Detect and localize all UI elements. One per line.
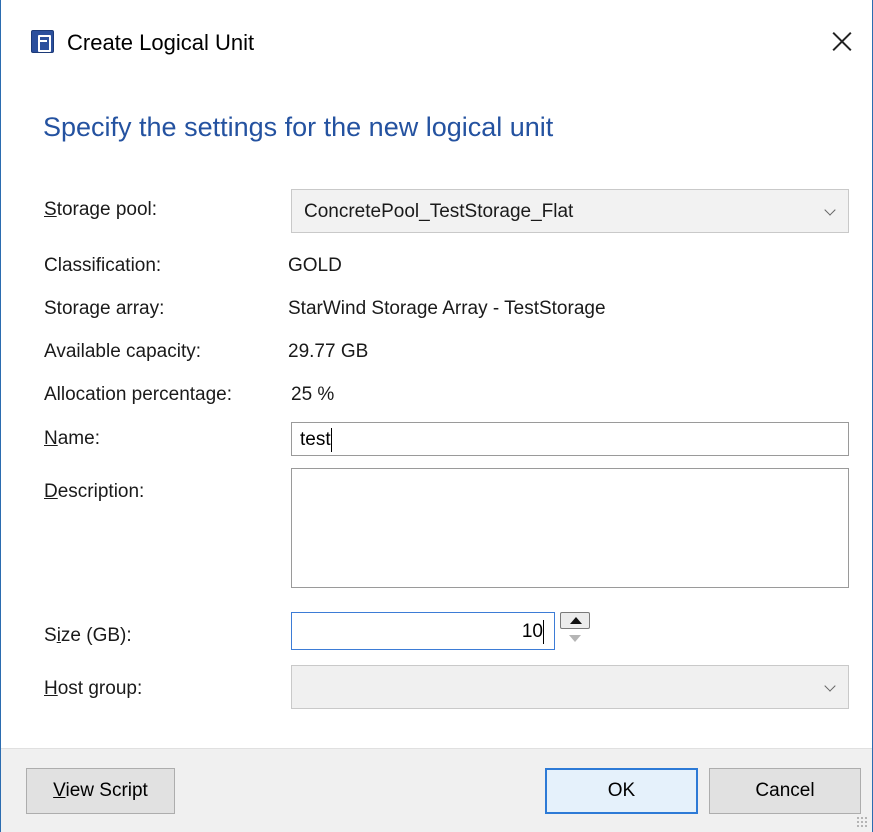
size-input-value: 10 [521, 621, 543, 642]
view-script-button[interactable]: View Script [26, 768, 175, 814]
dialog-footer: View Script OK Cancel [1, 748, 872, 832]
page-heading: Specify the settings for the new logical… [43, 112, 554, 142]
title-bar: Create Logical Unit [1, 0, 872, 82]
chevron-down-icon [824, 680, 836, 692]
name-input[interactable]: test [291, 422, 849, 456]
ok-button[interactable]: OK [545, 768, 698, 814]
host-group-select[interactable] [291, 665, 849, 709]
available-capacity-label: Available capacity: [44, 341, 202, 362]
host-group-label-text: ost group: [57, 678, 143, 699]
view-script-label: iew Script [65, 780, 148, 801]
storage-pool-selected-value: ConcretePool_TestStorage_Flat [304, 201, 574, 222]
size-input[interactable]: 10 [291, 612, 555, 650]
name-input-value: test [300, 429, 331, 450]
text-caret [330, 428, 332, 452]
storage-pool-accesskey: S [44, 199, 57, 220]
description-textarea[interactable] [291, 468, 849, 588]
available-capacity-value: 29.77 GB [288, 341, 369, 362]
resize-grip-icon[interactable] [856, 816, 868, 828]
description-accesskey: D [44, 481, 58, 502]
storage-pool-select[interactable]: ConcretePool_TestStorage_Flat [291, 189, 849, 233]
name-accesskey: N [44, 428, 58, 449]
classification-value: GOLD [288, 255, 342, 276]
storage-array-value: StarWind Storage Array - TestStorage [288, 298, 606, 319]
size-label: Size (GB): [44, 624, 132, 648]
name-label: Name: [44, 427, 100, 451]
text-caret [543, 620, 544, 644]
storage-pool-label-text: torage pool: [56, 199, 158, 220]
description-label-text: escription: [57, 481, 145, 502]
allocation-percentage-value: 25 % [291, 384, 335, 405]
cancel-button[interactable]: Cancel [709, 768, 861, 814]
spin-up-button[interactable] [560, 612, 590, 629]
create-logical-unit-dialog: Create Logical Unit Specify the settings… [0, 0, 873, 832]
host-group-label: Host group: [44, 677, 142, 701]
classification-label: Classification: [44, 255, 162, 276]
app-icon [31, 30, 54, 53]
window-title: Create Logical Unit [67, 30, 255, 55]
host-group-accesskey: H [44, 678, 58, 699]
view-script-accesskey: V [53, 780, 66, 801]
storage-pool-label: Storage pool: [44, 198, 157, 222]
storage-array-label: Storage array: [44, 298, 165, 319]
spin-down-button[interactable] [560, 631, 590, 648]
description-label: Description: [44, 480, 144, 504]
chevron-down-icon [824, 204, 836, 216]
size-label-prefix: S [44, 625, 57, 646]
close-icon[interactable] [822, 22, 862, 62]
name-label-text: ame: [57, 428, 100, 449]
size-label-text: ze (GB): [60, 625, 132, 646]
allocation-percentage-label: Allocation percentage: [44, 384, 233, 405]
